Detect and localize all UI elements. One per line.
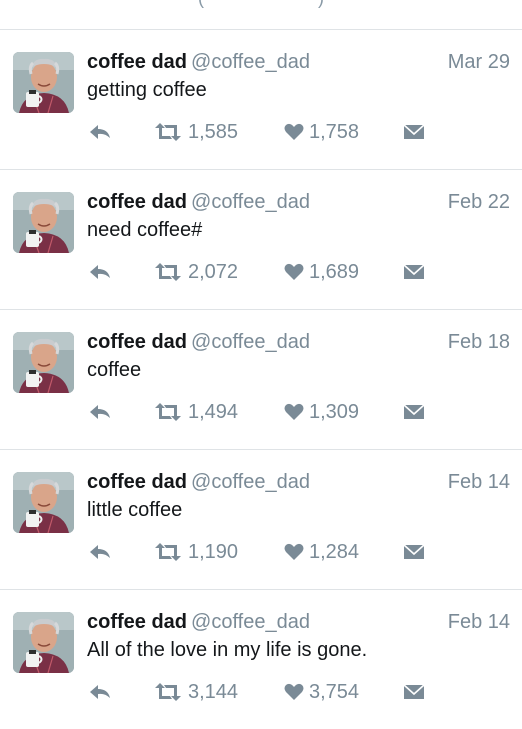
reply-icon — [88, 262, 112, 282]
retweet-icon — [153, 402, 183, 422]
tweet-actions: 2,072 1,689 — [87, 258, 507, 286]
direct-message-button[interactable] — [403, 538, 425, 566]
reply-button[interactable] — [88, 678, 112, 706]
heart-icon — [284, 543, 304, 561]
retweet-button[interactable]: 3,144 — [153, 678, 238, 706]
tweet-header: coffee dad @coffee_dad — [87, 189, 310, 215]
envelope-icon — [403, 263, 425, 281]
tweet-text: little coffee — [87, 499, 183, 521]
retweet-count: 1,585 — [188, 120, 239, 143]
direct-message-button[interactable] — [403, 258, 425, 286]
tweet-feed: coffee dad @coffee_dad Mar 29 getting cof… — [0, 29, 522, 729]
user-handle[interactable]: @coffee_dad — [191, 331, 310, 353]
retweet-button[interactable]: 1,190 — [153, 538, 238, 566]
like-count: 1,689 — [309, 260, 360, 283]
retweet-button[interactable]: 1,585 — [153, 118, 238, 146]
reply-button[interactable] — [88, 538, 112, 566]
display-name[interactable]: coffee dad — [87, 611, 187, 633]
retweet-icon — [153, 542, 183, 562]
tweet[interactable]: coffee dad @coffee_dad Feb 14 All of the … — [0, 590, 522, 729]
tweet-text: coffee — [87, 359, 142, 381]
user-handle[interactable]: @coffee_dad — [191, 51, 310, 73]
previous-tweet-fragment: ( ) — [0, 0, 522, 29]
like-button[interactable]: 1,309 — [284, 398, 359, 426]
user-handle[interactable]: @coffee_dad — [191, 471, 310, 493]
like-button[interactable]: 3,754 — [284, 678, 359, 706]
display-name[interactable]: coffee dad — [87, 331, 187, 353]
tweet-actions: 3,144 3,754 — [87, 678, 507, 706]
user-handle[interactable]: @coffee_dad — [191, 191, 310, 213]
direct-message-button[interactable] — [403, 678, 425, 706]
retweet-count: 2,072 — [188, 260, 239, 283]
reply-icon — [88, 402, 112, 422]
tweet-actions: 1,190 1,284 — [87, 538, 507, 566]
reply-button[interactable] — [88, 258, 112, 286]
direct-message-button[interactable] — [403, 398, 425, 426]
tweet[interactable]: coffee dad @coffee_dad Feb 14 little coff… — [0, 450, 522, 589]
like-button[interactable]: 1,689 — [284, 258, 359, 286]
tweet-text: getting coffee — [87, 79, 207, 101]
retweet-button[interactable]: 1,494 — [153, 398, 238, 426]
tweet-text: need coffee# — [87, 219, 203, 241]
tweet-text: All of the love in my life is gone. — [87, 639, 368, 661]
paren-left: ( — [198, 0, 204, 9]
envelope-icon — [403, 543, 425, 561]
avatar[interactable] — [13, 52, 74, 113]
like-count: 1,309 — [309, 400, 360, 423]
tweet[interactable]: coffee dad @coffee_dad Feb 18 coffee 1,4… — [0, 310, 522, 449]
like-button[interactable]: 1,758 — [284, 118, 359, 146]
heart-icon — [284, 123, 304, 141]
reply-icon — [88, 542, 112, 562]
tweet-date[interactable]: Feb 14 — [448, 609, 510, 635]
retweet-count: 1,190 — [188, 540, 239, 563]
avatar[interactable] — [13, 332, 74, 393]
display-name[interactable]: coffee dad — [87, 51, 187, 73]
like-count: 1,284 — [309, 540, 360, 563]
tweet-actions: 1,585 1,758 — [87, 118, 507, 146]
user-handle[interactable]: @coffee_dad — [191, 611, 310, 633]
reply-icon — [88, 682, 112, 702]
like-button[interactable]: 1,284 — [284, 538, 359, 566]
retweet-count: 3,144 — [188, 680, 239, 703]
retweet-icon — [153, 262, 183, 282]
envelope-icon — [403, 683, 425, 701]
retweet-button[interactable]: 2,072 — [153, 258, 238, 286]
heart-icon — [284, 683, 304, 701]
direct-message-button[interactable] — [403, 118, 425, 146]
tweet-header: coffee dad @coffee_dad — [87, 609, 310, 635]
avatar[interactable] — [13, 192, 74, 253]
paren-right: ) — [318, 0, 324, 9]
reply-button[interactable] — [88, 118, 112, 146]
tweet-header: coffee dad @coffee_dad — [87, 469, 310, 495]
tweet-header: coffee dad @coffee_dad — [87, 49, 310, 75]
avatar[interactable] — [13, 472, 74, 533]
heart-icon — [284, 263, 304, 281]
tweet-date[interactable]: Mar 29 — [448, 49, 510, 75]
retweet-count: 1,494 — [188, 400, 239, 423]
envelope-icon — [403, 123, 425, 141]
avatar[interactable] — [13, 612, 74, 673]
display-name[interactable]: coffee dad — [87, 191, 187, 213]
display-name[interactable]: coffee dad — [87, 471, 187, 493]
envelope-icon — [403, 403, 425, 421]
heart-icon — [284, 403, 304, 421]
reply-button[interactable] — [88, 398, 112, 426]
tweet-date[interactable]: Feb 22 — [448, 189, 510, 215]
like-count: 1,758 — [309, 120, 360, 143]
tweet[interactable]: coffee dad @coffee_dad Feb 22 need coffee… — [0, 170, 522, 309]
retweet-icon — [153, 682, 183, 702]
reply-icon — [88, 122, 112, 142]
retweet-icon — [153, 122, 183, 142]
tweet-date[interactable]: Feb 14 — [448, 469, 510, 495]
tweet-actions: 1,494 1,309 — [87, 398, 507, 426]
like-count: 3,754 — [309, 680, 360, 703]
tweet-header: coffee dad @coffee_dad — [87, 329, 310, 355]
tweet-date[interactable]: Feb 18 — [448, 329, 510, 355]
tweet[interactable]: coffee dad @coffee_dad Mar 29 getting cof… — [0, 30, 522, 169]
